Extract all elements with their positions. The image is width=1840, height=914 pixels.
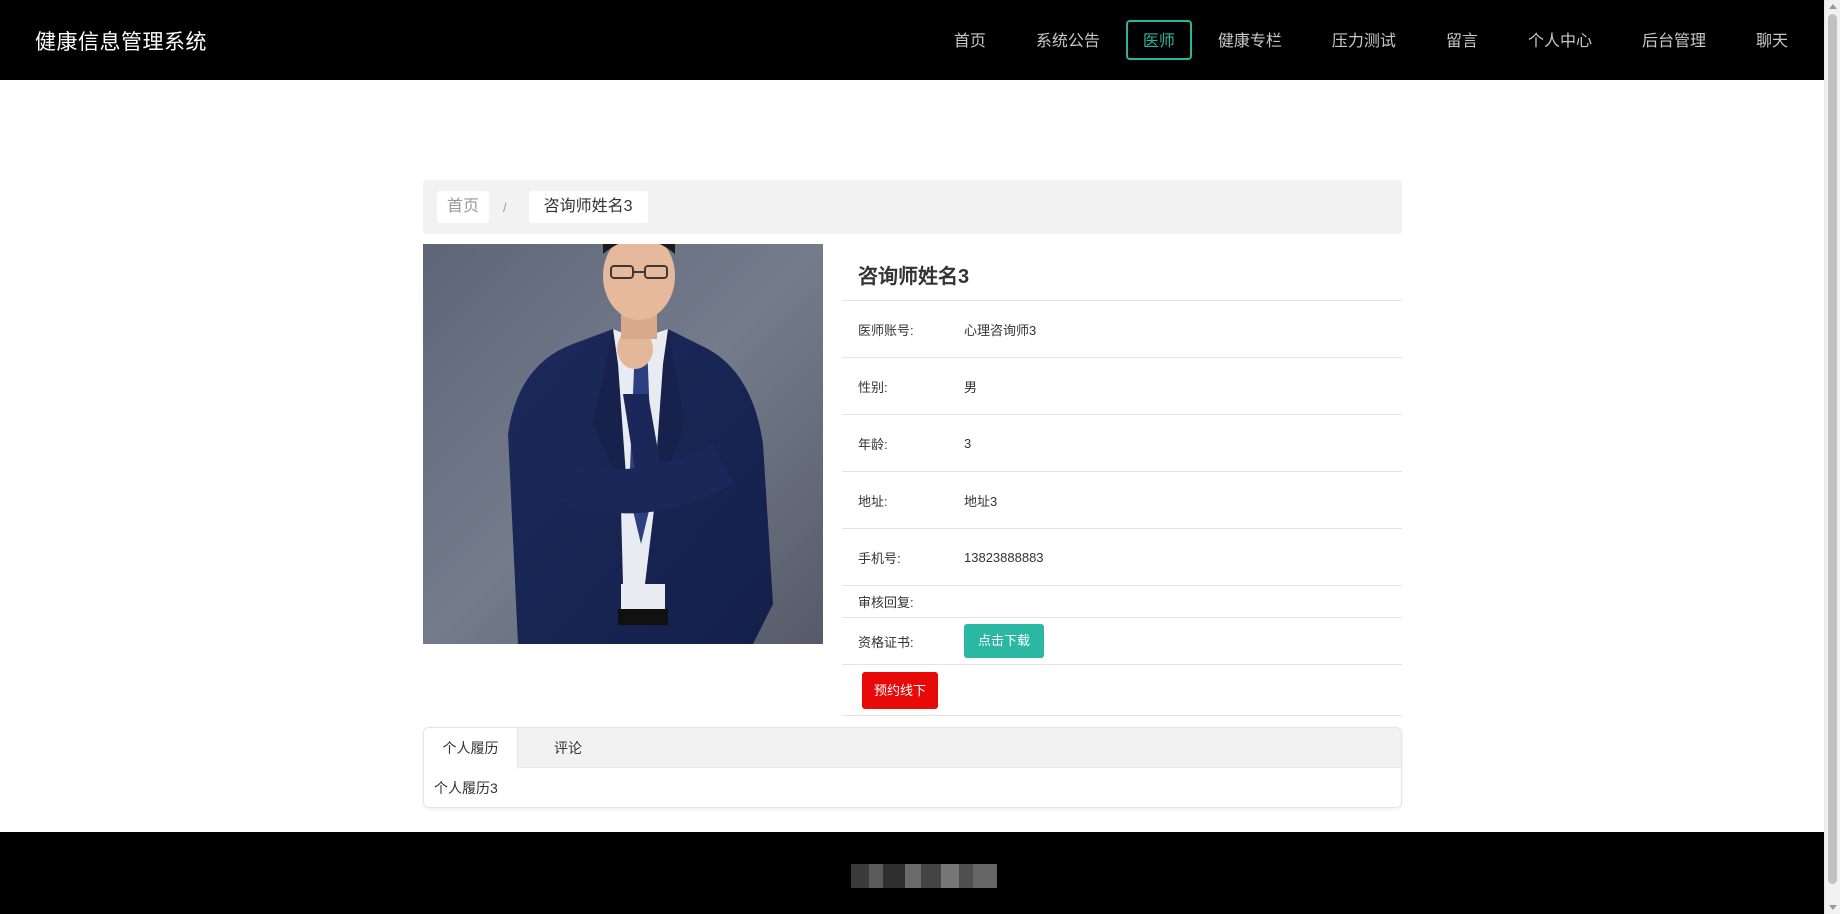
nav-item-health-column[interactable]: 健康专栏 <box>1194 20 1306 60</box>
nav-item-doctors[interactable]: 医师 <box>1125 20 1192 60</box>
field-value: 男 <box>964 379 978 395</box>
tab-comments[interactable]: 评论 <box>518 728 582 768</box>
nav-item-announcements[interactable]: 系统公告 <box>1012 20 1124 60</box>
info-row-actions: 预约线下 <box>842 665 1402 716</box>
tab-content: 个人履历3 <box>434 780 498 796</box>
info-row-age: 年龄: 3 <box>842 415 1402 472</box>
info-row-gender: 性别: 男 <box>842 358 1402 415</box>
blurred-footer-text <box>851 864 997 888</box>
field-value: 点击下载 <box>964 624 1402 658</box>
breadcrumb-home-link[interactable]: 首页 <box>437 191 490 223</box>
scroll-down-arrow-icon[interactable] <box>1829 905 1837 910</box>
main-nav: 首页 系统公告 医师 健康专栏 压力测试 留言 个人中心 后台管理 聊天 <box>928 0 1824 80</box>
info-row-phone: 手机号: 13823888883 <box>842 529 1402 586</box>
nav-item-messages[interactable]: 留言 <box>1422 20 1502 60</box>
doctor-portrait-image <box>423 244 823 644</box>
doctor-photo <box>423 244 823 644</box>
info-row-review-reply: 审核回复: <box>842 586 1402 618</box>
tab-bar: 个人履历 评论 <box>424 728 1401 769</box>
breadcrumb-separator: / <box>503 199 507 215</box>
doctor-info-panel: 咨询师姓名3 医师账号: 心理咨询师3 性别: 男 年龄: 3 地址: 地址3 … <box>842 244 1402 716</box>
page: 健康信息管理系统 首页 系统公告 医师 健康专栏 压力测试 留言 个人中心 后台… <box>0 0 1824 914</box>
scroll-up-arrow-icon[interactable] <box>1829 4 1837 9</box>
page-footer <box>0 832 1824 914</box>
info-row-certificate: 资格证书: 点击下载 <box>842 618 1402 665</box>
breadcrumb: 首页 / 咨询师姓名3 <box>423 180 1402 234</box>
field-label: 年龄: <box>858 436 888 452</box>
tab-resume[interactable]: 个人履历 <box>424 728 518 769</box>
field-label: 地址: <box>858 493 888 509</box>
field-value: 地址3 <box>964 493 998 509</box>
field-label: 手机号: <box>858 550 901 566</box>
field-label: 性别: <box>858 379 888 395</box>
download-certificate-button[interactable]: 点击下载 <box>964 624 1045 658</box>
nav-item-stress-test[interactable]: 压力测试 <box>1308 20 1420 60</box>
info-row-account: 医师账号: 心理咨询师3 <box>842 301 1402 358</box>
field-label: 审核回复: <box>858 595 914 610</box>
book-offline-button[interactable]: 预约线下 <box>862 671 938 709</box>
nav-item-home[interactable]: 首页 <box>930 20 1010 60</box>
top-navbar: 健康信息管理系统 首页 系统公告 医师 健康专栏 压力测试 留言 个人中心 后台… <box>0 0 1824 80</box>
nav-item-chat[interactable]: 聊天 <box>1732 20 1812 60</box>
breadcrumb-current: 咨询师姓名3 <box>528 191 648 223</box>
info-row-address: 地址: 地址3 <box>842 472 1402 529</box>
field-value: 13823888883 <box>964 549 1044 565</box>
field-value: 心理咨询师3 <box>964 322 1037 338</box>
field-value: 3 <box>964 435 972 451</box>
doctor-name-heading: 咨询师姓名3 <box>842 244 1402 301</box>
site-brand[interactable]: 健康信息管理系统 <box>35 26 207 56</box>
nav-item-personal-center[interactable]: 个人中心 <box>1504 20 1616 60</box>
field-label: 医师账号: <box>858 322 914 338</box>
profile-tabs: 个人履历 评论 个人履历3 <box>423 727 1402 808</box>
scrollbar-thumb[interactable] <box>1828 14 1837 884</box>
field-label: 资格证书: <box>858 634 914 650</box>
nav-item-admin[interactable]: 后台管理 <box>1618 20 1730 60</box>
vertical-scrollbar[interactable] <box>1824 0 1840 914</box>
